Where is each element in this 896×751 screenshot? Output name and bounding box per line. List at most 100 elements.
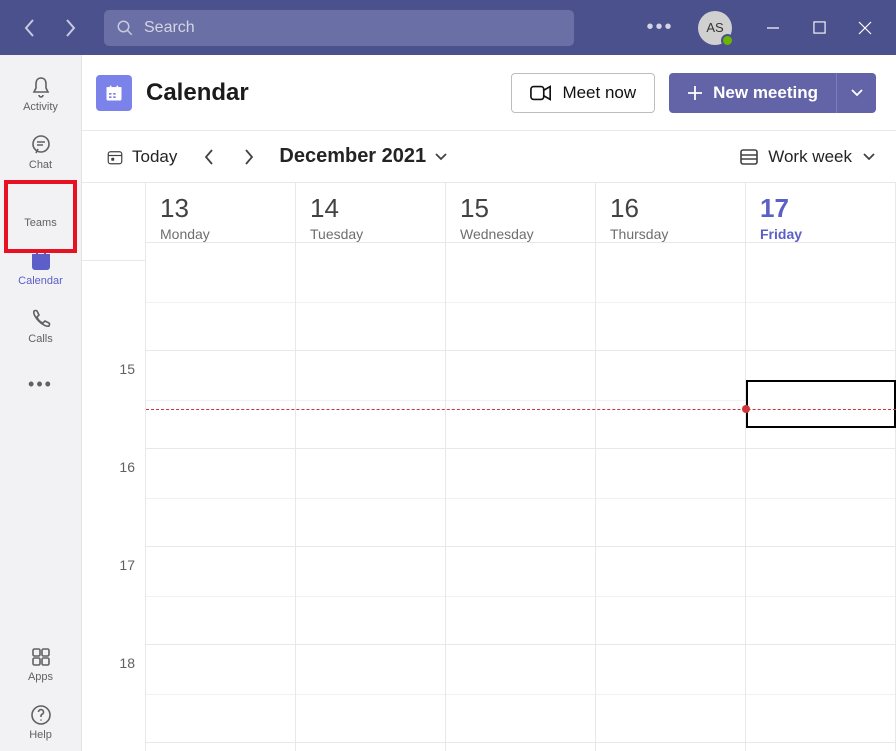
today-icon [106, 148, 124, 166]
day-slots[interactable] [446, 243, 595, 751]
chevron-down-icon [434, 152, 448, 162]
hour-slot[interactable] [596, 449, 745, 547]
hour-slot[interactable] [596, 253, 745, 351]
day-column[interactable]: 17 Friday [746, 183, 896, 751]
sidebar-item-help[interactable]: Help [0, 693, 82, 751]
day-number: 17 [760, 193, 881, 224]
calendar-app-icon [96, 75, 132, 111]
day-header[interactable]: 13 Monday [146, 183, 295, 243]
meet-now-button[interactable]: Meet now [511, 73, 655, 113]
today-label: Today [132, 147, 177, 167]
view-picker[interactable]: Work week [740, 147, 876, 167]
time-label: 15 [82, 361, 145, 459]
hour-slot[interactable] [296, 351, 445, 449]
day-slots[interactable] [296, 243, 445, 751]
today-button[interactable]: Today [96, 141, 187, 173]
day-slots[interactable] [146, 243, 295, 751]
page-title: Calendar [146, 79, 249, 107]
day-header[interactable]: 15Wednesday [446, 183, 595, 243]
chevron-down-icon [850, 88, 864, 98]
hour-slot[interactable] [446, 547, 595, 645]
titlebar: Search ••• AS [0, 0, 896, 55]
hour-slot[interactable] [446, 351, 595, 449]
search-placeholder: Search [144, 19, 195, 37]
hour-slot[interactable] [146, 351, 295, 449]
hour-slot[interactable] [746, 449, 895, 547]
window-controls [750, 0, 888, 55]
hour-slot[interactable] [146, 253, 295, 351]
forward-button[interactable] [56, 14, 84, 42]
minimize-button[interactable] [750, 0, 796, 55]
day-header[interactable]: 16Thursday [596, 183, 745, 243]
hour-slot[interactable] [596, 645, 745, 743]
phone-icon [29, 307, 53, 331]
video-icon [530, 84, 552, 102]
hour-slot[interactable] [746, 645, 895, 743]
hour-slot[interactable] [296, 645, 445, 743]
day-name: Monday [160, 226, 281, 242]
day-number: 13 [160, 193, 281, 224]
hour-slot[interactable] [746, 253, 895, 351]
sidebar-item-activity[interactable]: Activity [0, 65, 82, 123]
day-name: Friday [760, 226, 881, 242]
sidebar-item-label: Calendar [18, 275, 63, 287]
day-column[interactable]: 14Tuesday [296, 183, 446, 751]
day-header[interactable]: 14Tuesday [296, 183, 445, 243]
month-picker[interactable]: December 2021 [279, 145, 448, 168]
sidebar-item-label: Teams [24, 217, 56, 229]
new-meeting-button[interactable]: New meeting [669, 73, 836, 113]
sidebar-more-button[interactable]: ••• [0, 355, 82, 413]
chevron-right-icon [244, 149, 254, 165]
hour-slot[interactable] [146, 547, 295, 645]
search-box[interactable]: Search [104, 10, 574, 46]
maximize-button[interactable] [796, 0, 842, 55]
hour-slot[interactable] [746, 743, 895, 751]
day-slots[interactable] [596, 243, 745, 751]
help-icon [29, 703, 53, 727]
meet-now-label: Meet now [562, 83, 636, 103]
prev-period-button[interactable] [191, 139, 227, 175]
chevron-left-icon [204, 149, 214, 165]
day-header[interactable]: 17 Friday [746, 183, 895, 243]
hour-slot[interactable] [296, 449, 445, 547]
hour-slot[interactable] [446, 253, 595, 351]
hour-slot[interactable] [446, 449, 595, 547]
time-label: 17 [82, 557, 145, 655]
hour-slot[interactable] [596, 351, 745, 449]
hour-slot[interactable] [296, 547, 445, 645]
hour-slot[interactable] [146, 449, 295, 547]
more-button[interactable]: ••• [640, 8, 680, 48]
sidebar-item-label: Help [29, 729, 52, 741]
back-button[interactable] [16, 14, 44, 42]
new-meeting-dropdown[interactable] [836, 73, 876, 113]
hour-slot[interactable] [146, 743, 295, 751]
close-button[interactable] [842, 0, 888, 55]
day-column[interactable]: 13 Monday [146, 183, 296, 751]
sidebar-item-teams[interactable]: Teams [0, 181, 82, 239]
hour-slot[interactable] [296, 253, 445, 351]
day-column[interactable]: 15Wednesday [446, 183, 596, 751]
hour-slot[interactable] [446, 743, 595, 751]
current-time-indicator [146, 409, 896, 410]
hour-slot[interactable] [146, 645, 295, 743]
day-column[interactable]: 16Thursday [596, 183, 746, 751]
day-slots[interactable] [746, 243, 895, 751]
hour-slot[interactable] [596, 547, 745, 645]
day-number: 15 [460, 193, 581, 224]
sidebar-item-chat[interactable]: Chat [0, 123, 82, 181]
calendar-toolbar: Today December 2021 Work week [82, 131, 896, 183]
hour-slot[interactable] [596, 743, 745, 751]
hour-slot[interactable] [746, 547, 895, 645]
time-gutter: 15 16 17 18 19 [82, 183, 146, 751]
next-period-button[interactable] [231, 139, 267, 175]
current-time-dot [742, 405, 750, 413]
hour-slot[interactable] [296, 743, 445, 751]
new-meeting-label: New meeting [713, 83, 818, 103]
sidebar-item-calendar[interactable]: Calendar [0, 239, 82, 297]
sidebar-item-apps[interactable]: Apps [0, 635, 82, 693]
selected-timeslot[interactable] [746, 380, 896, 428]
sidebar-item-calls[interactable]: Calls [0, 297, 82, 355]
hour-slot[interactable] [446, 645, 595, 743]
list-icon [740, 149, 758, 165]
avatar[interactable]: AS [698, 11, 732, 45]
